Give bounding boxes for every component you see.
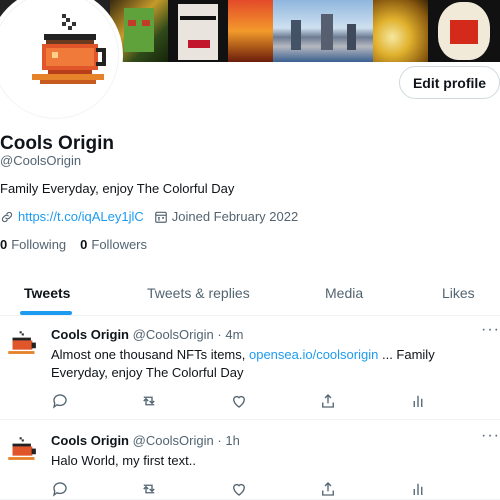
profile-joined-date: Joined February 2022 [171, 209, 299, 224]
tweet-time[interactable]: 4m [225, 327, 243, 342]
reply-icon[interactable] [51, 480, 69, 498]
active-tab-indicator [20, 311, 72, 315]
tweet-text-start: Almost one thousand NFTs items, [51, 347, 249, 362]
tweet-time[interactable]: 1h [225, 433, 239, 448]
followers-label: Followers [91, 237, 148, 252]
heart-icon[interactable] [230, 480, 248, 498]
profile-meta: https://t.co/iqALey1jlC Joined February … [0, 209, 298, 224]
banner-tile-pale-face [168, 0, 228, 62]
followers-link[interactable]: 0 Followers [80, 237, 147, 252]
tweet-text: Halo World, my first text.. [51, 453, 196, 468]
retweet-icon[interactable] [140, 392, 158, 410]
profile-website-link[interactable]: https://t.co/iqALey1jlC [18, 209, 144, 224]
tweet-separator: · [217, 433, 222, 448]
tweet-author-name[interactable]: Cools Origin [51, 327, 129, 342]
followers-count: 0 [80, 237, 88, 252]
following-link[interactable]: 0 Following [0, 237, 66, 252]
coffee-cup-icon [32, 14, 106, 84]
edit-profile-button[interactable]: Edit profile [399, 66, 500, 99]
heart-icon[interactable] [230, 392, 248, 410]
tweet-text: Almost one thousand NFTs items, opensea.… [51, 346, 471, 382]
more-icon[interactable]: ··· [481, 427, 500, 445]
tweet-link[interactable]: opensea.io/coolsorigin [249, 347, 378, 362]
profile-avatar[interactable] [0, 0, 123, 123]
retweet-icon[interactable] [140, 480, 158, 498]
banner-tile-gold [373, 0, 428, 62]
tweet-item[interactable]: Cools Origin @CoolsOrigin · 1h ··· Halo … [0, 421, 500, 500]
tab-likes[interactable]: Likes [442, 270, 475, 315]
profile-name: Cools Origin [0, 133, 114, 154]
tweet-author-handle[interactable]: @CoolsOrigin [133, 327, 214, 342]
tab-tweets-replies[interactable]: Tweets & replies [147, 270, 250, 315]
profile-handle: @CoolsOrigin [0, 153, 82, 168]
following-label: Following [11, 237, 67, 252]
link-icon [1, 211, 13, 222]
tweet-avatar-coffee-cup-icon[interactable] [4, 327, 38, 361]
tweet-avatar-coffee-cup-icon[interactable] [4, 433, 38, 467]
tweet-header: Cools Origin @CoolsOrigin · 1h [51, 433, 240, 448]
banner-tile-flame [228, 0, 273, 62]
share-icon[interactable] [319, 392, 337, 410]
profile-tabs: Tweets Tweets & replies Media Likes [0, 270, 500, 316]
tweet-separator: · [217, 327, 222, 342]
tweet-header: Cools Origin @CoolsOrigin · 4m [51, 327, 243, 342]
tab-media[interactable]: Media [325, 270, 363, 315]
tab-tweets[interactable]: Tweets [24, 270, 70, 315]
analytics-icon[interactable] [409, 480, 427, 498]
profile-bio: Family Everyday, enjoy The Colorful Day [0, 181, 235, 196]
more-icon[interactable]: ··· [481, 321, 500, 339]
banner-tile-mask [428, 0, 500, 62]
banner-tile-city [273, 0, 373, 62]
share-icon[interactable] [319, 480, 337, 498]
calendar-icon [154, 211, 167, 223]
tweet-author-handle[interactable]: @CoolsOrigin [133, 433, 214, 448]
following-count: 0 [0, 237, 8, 252]
reply-icon[interactable] [51, 392, 69, 410]
analytics-icon[interactable] [409, 392, 427, 410]
tweet-author-name[interactable]: Cools Origin [51, 433, 129, 448]
tweet-item[interactable]: Cools Origin @CoolsOrigin · 4m ··· Almos… [0, 317, 500, 420]
follow-stats: 0 Following 0 Followers [0, 237, 147, 252]
